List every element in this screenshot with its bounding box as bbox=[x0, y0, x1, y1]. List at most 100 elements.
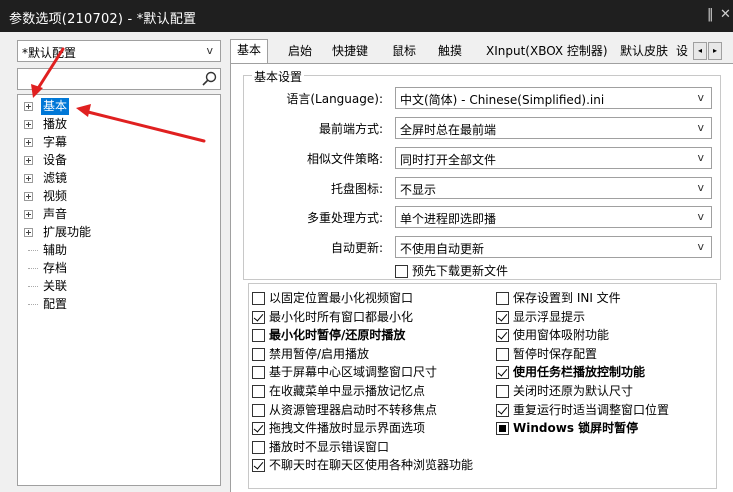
tab[interactable]: XInput(XBOX 控制器) bbox=[480, 41, 614, 63]
checkbox-box bbox=[252, 292, 265, 305]
expand-plus-icon[interactable] bbox=[24, 120, 33, 129]
chevron-right-icon[interactable]: ▸ bbox=[708, 42, 722, 60]
expand-plus-icon[interactable] bbox=[24, 156, 33, 165]
option-label: 使用任务栏播放控制功能 bbox=[513, 365, 646, 380]
checkbox-box bbox=[252, 403, 265, 417]
group-title: 基本设置 bbox=[252, 68, 305, 85]
chevron-down-icon: v bbox=[697, 91, 704, 104]
option-label: 以固定位置最小化视频窗口 bbox=[269, 291, 414, 305]
tree-item-label: 滤镜 bbox=[43, 171, 68, 185]
tab[interactable]: 鼠标 bbox=[386, 41, 422, 63]
tab[interactable]: 基本 bbox=[230, 39, 269, 64]
tree-item-label: 关联 bbox=[43, 279, 68, 293]
checkbox-box bbox=[496, 366, 509, 380]
tree-item-label: 基本 bbox=[41, 98, 70, 115]
checkbox-box bbox=[496, 347, 509, 361]
tree-item-label: 扩展功能 bbox=[43, 225, 92, 239]
checkbox-box bbox=[496, 403, 509, 417]
option-label: 最小化时暂停/还原时播放 bbox=[269, 328, 406, 343]
chevron-down-icon: v bbox=[697, 181, 704, 194]
checkbox-box bbox=[252, 347, 265, 361]
checkbox-box bbox=[496, 385, 509, 398]
setting-select[interactable]: 不使用自动更新 v bbox=[395, 236, 712, 258]
setting-select[interactable]: 同时打开全部文件 v bbox=[395, 147, 712, 169]
preset-value: *默认配置 bbox=[22, 46, 77, 60]
expand-plus-icon[interactable] bbox=[24, 228, 33, 237]
tree-connector bbox=[28, 304, 38, 305]
tab-strip: 基本 启始 快捷键 鼠标 触摸 XInput(XBOX 控制器) 默认皮肤设 ◂ ▸ bbox=[230, 39, 733, 64]
window-title: 参数选项(210702) - *默认配置 bbox=[9, 12, 197, 27]
tree-item-label: 存档 bbox=[43, 261, 68, 275]
setting-label: 语言(Language): bbox=[286, 92, 383, 106]
predownload-label: 预先下载更新文件 bbox=[412, 264, 509, 278]
setting-select[interactable]: 不显示 v bbox=[395, 177, 712, 199]
checkbox-box bbox=[252, 366, 265, 380]
option-label: 基于屏幕中心区域调整窗口尺寸 bbox=[269, 365, 438, 380]
option-label: 暂停时保存配置 bbox=[513, 346, 598, 361]
checkbox-box bbox=[252, 329, 265, 343]
tree-connector bbox=[28, 250, 38, 251]
tab[interactable]: 快捷键 bbox=[326, 41, 374, 63]
checkbox-box bbox=[395, 265, 408, 278]
tree-connector bbox=[28, 286, 38, 287]
expand-plus-icon[interactable] bbox=[24, 138, 33, 147]
expand-plus-icon[interactable] bbox=[24, 174, 33, 183]
checkbox-box bbox=[252, 440, 265, 454]
search-input[interactable] bbox=[17, 68, 221, 90]
tree-item-label: 辅助 bbox=[43, 243, 68, 257]
tree-item-label: 播放 bbox=[43, 117, 68, 131]
checkbox-box bbox=[252, 310, 265, 324]
checkbox-box bbox=[496, 310, 509, 324]
option-label: 从资源管理器启动时不转移焦点 bbox=[269, 402, 438, 417]
title-bar: 参数选项(210702) - *默认配置 ‖ ✕ bbox=[0, 0, 733, 32]
expand-plus-icon[interactable] bbox=[24, 102, 33, 111]
setting-select[interactable]: 中文(简体) - Chinese(Simplified).ini v bbox=[395, 87, 712, 109]
setting-value: 单个进程即选即播 bbox=[400, 212, 497, 226]
checkbox-box bbox=[252, 459, 265, 473]
setting-label: 相似文件策略: bbox=[306, 152, 383, 166]
checkbox-box bbox=[496, 329, 509, 343]
checkbox-box bbox=[496, 292, 509, 305]
tab[interactable]: 触摸 bbox=[432, 41, 468, 63]
option-label: 保存设置到 INI 文件 bbox=[513, 291, 621, 305]
tree-item-label: 设备 bbox=[43, 153, 68, 167]
search-icon[interactable] bbox=[201, 71, 217, 87]
option-label: 播放时不显示错误窗口 bbox=[269, 439, 390, 454]
chevron-down-icon: v bbox=[697, 121, 704, 134]
setting-label: 最前端方式: bbox=[318, 122, 383, 136]
preset-select[interactable]: *默认配置 v bbox=[17, 40, 221, 62]
close-icon[interactable]: ✕ bbox=[720, 7, 731, 22]
option-label: Windows 锁屏时暂停 bbox=[513, 421, 639, 436]
chevron-down-icon: v bbox=[697, 240, 704, 253]
setting-value: 同时打开全部文件 bbox=[400, 153, 497, 167]
tree-item-label: 配置 bbox=[43, 297, 68, 311]
option-label: 使用窗体吸附功能 bbox=[513, 328, 610, 343]
setting-value: 中文(简体) - Chinese(Simplified).ini bbox=[400, 93, 605, 107]
setting-label: 自动更新: bbox=[330, 241, 383, 255]
option-label: 最小化时所有窗口都最小化 bbox=[269, 309, 414, 324]
setting-value: 不显示 bbox=[400, 183, 437, 197]
tree-item-label: 字幕 bbox=[43, 135, 68, 149]
option-label: 不聊天时在聊天区使用各种浏览器功能 bbox=[269, 458, 474, 473]
option-label: 在收藏菜单中显示播放记忆点 bbox=[269, 384, 426, 398]
expand-plus-icon[interactable] bbox=[24, 192, 33, 201]
chevron-left-icon[interactable]: ◂ bbox=[693, 42, 707, 60]
setting-label: 多重处理方式: bbox=[306, 211, 383, 225]
chevron-down-icon: v bbox=[697, 210, 704, 223]
setting-select[interactable]: 单个进程即选即播 v bbox=[395, 206, 712, 228]
tab[interactable]: 设 bbox=[670, 41, 694, 63]
setting-label: 托盘图标: bbox=[330, 182, 383, 196]
setting-select[interactable]: 全屏时总在最前端 v bbox=[395, 117, 712, 139]
option-label: 显示浮显提示 bbox=[513, 309, 586, 324]
tab[interactable]: 默认皮肤 bbox=[614, 41, 674, 63]
category-tree: 基本 播放 字幕 设备 滤镜 视频 声音 扩展功能 辅助 存档 关联 配置 bbox=[17, 94, 221, 486]
expand-plus-icon[interactable] bbox=[24, 210, 33, 219]
pin-icon[interactable]: ‖ bbox=[707, 7, 714, 22]
option-label: 禁用暂停/启用播放 bbox=[269, 346, 370, 361]
tab[interactable]: 启始 bbox=[282, 41, 318, 63]
setting-value: 全屏时总在最前端 bbox=[400, 123, 497, 137]
checkbox-box bbox=[252, 422, 265, 436]
checkbox-box bbox=[252, 385, 265, 398]
chevron-down-icon: v bbox=[206, 44, 213, 57]
tree-connector bbox=[28, 268, 38, 269]
